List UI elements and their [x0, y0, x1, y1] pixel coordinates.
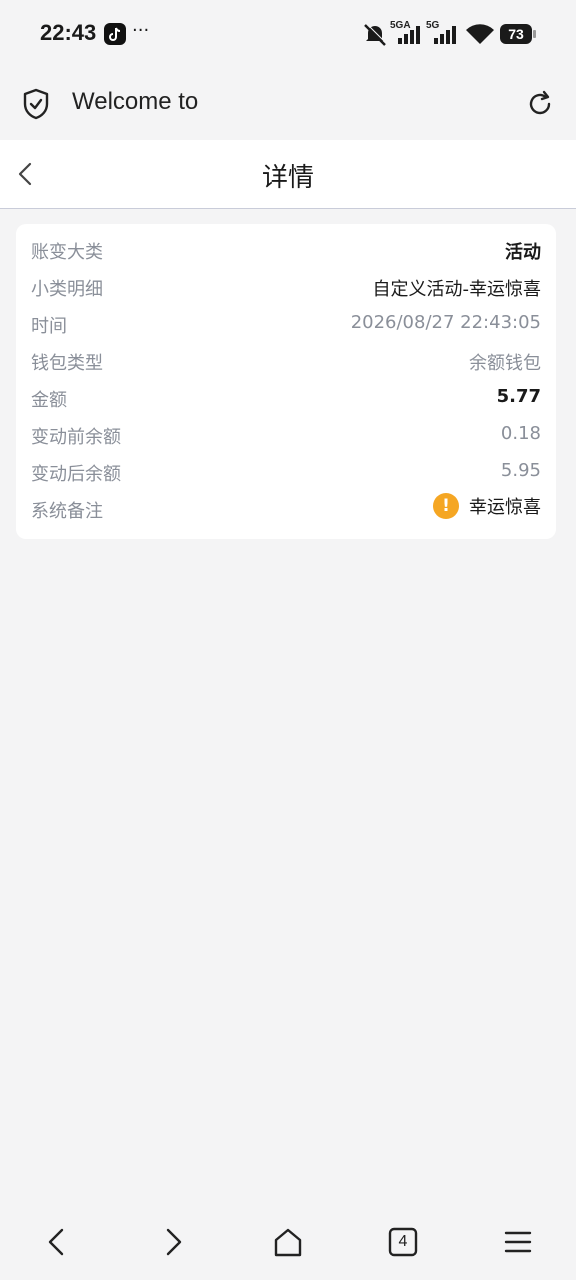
- detail-label: 系统备注: [31, 501, 103, 522]
- nav-forward-icon[interactable]: [152, 1222, 192, 1262]
- detail-value: 0.18: [500, 423, 541, 444]
- shield-icon[interactable]: [22, 88, 50, 120]
- detail-label: 变动后余额: [31, 464, 121, 485]
- page-header: 详情: [0, 140, 576, 209]
- detail-row-wallet-type: 钱包类型 余额钱包: [31, 343, 541, 380]
- browser-bottom-nav: 4: [0, 1208, 576, 1280]
- detail-row-system-note: 系统备注 ! 幸运惊喜: [31, 491, 541, 528]
- battery-level: 73: [508, 26, 524, 42]
- detail-row-subcategory: 小类明细 自定义活动-幸运惊喜: [31, 269, 541, 306]
- detail-row-category: 账变大类 活动: [31, 232, 541, 269]
- refresh-icon[interactable]: [526, 90, 554, 118]
- detail-label: 时间: [31, 316, 67, 337]
- detail-value: 活动: [505, 242, 541, 263]
- detail-label: 钱包类型: [31, 353, 103, 374]
- detail-value: 幸运惊喜: [469, 497, 541, 518]
- battery-icon: 73: [500, 24, 536, 44]
- status-time: 22:43: [40, 20, 97, 45]
- detail-row-balance-after: 变动后余额 5.95: [31, 454, 541, 491]
- nav-tabs-button[interactable]: 4: [383, 1222, 423, 1262]
- wifi-icon: [466, 24, 494, 44]
- browser-page-title[interactable]: Welcome to: [72, 88, 198, 116]
- signal-5ga-icon: 5GA: [390, 20, 424, 46]
- nav-home-icon[interactable]: [268, 1222, 308, 1262]
- detail-card: 账变大类 活动 小类明细 自定义活动-幸运惊喜 时间 2026/08/27 22…: [16, 224, 556, 539]
- tab-count: 4: [398, 1233, 408, 1250]
- detail-label: 账变大类: [31, 242, 103, 263]
- detail-value: 2026/08/27 22:43:05: [350, 312, 541, 333]
- detail-value: 5.95: [500, 460, 541, 481]
- nav-menu-icon[interactable]: [498, 1222, 538, 1262]
- browser-toolbar: Welcome to: [0, 68, 576, 140]
- detail-row-time: 时间 2026/08/27 22:43:05: [31, 306, 541, 343]
- detail-row-amount: 金额 5.77: [31, 380, 541, 417]
- nav-back-icon[interactable]: [38, 1222, 78, 1262]
- detail-row-balance-before: 变动前余额 0.18: [31, 417, 541, 454]
- detail-value: 5.77: [496, 386, 541, 407]
- page-title: 详情: [261, 163, 314, 193]
- system-note-value: ! 幸运惊喜: [433, 493, 541, 519]
- warning-icon: !: [433, 493, 459, 519]
- mute-icon: [364, 23, 387, 46]
- tiktok-icon: [104, 23, 126, 45]
- more-dots-icon: ···: [132, 20, 150, 41]
- detail-label: 金额: [31, 390, 67, 411]
- detail-value: 自定义活动-幸运惊喜: [372, 279, 542, 300]
- detail-label: 变动前余额: [31, 427, 121, 448]
- detail-label: 小类明细: [31, 279, 103, 300]
- status-bar: 22:43 ··· 5GA 5G 73: [0, 0, 576, 68]
- signal-5g-icon: 5G: [426, 20, 460, 46]
- detail-value: 余额钱包: [469, 353, 541, 374]
